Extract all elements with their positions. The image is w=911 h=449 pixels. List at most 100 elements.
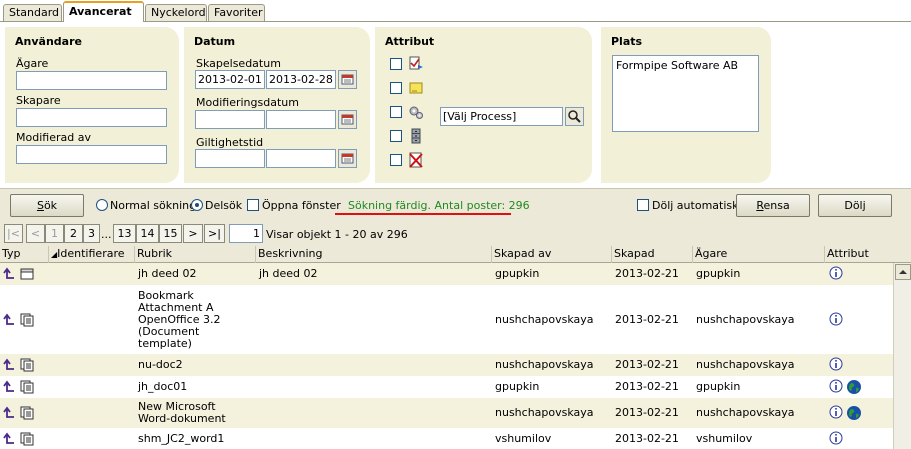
scroll-up-button[interactable] xyxy=(895,264,911,280)
created-date-label: Skapelsedatum xyxy=(196,57,281,70)
attr-checkbox-cancelled[interactable] xyxy=(390,154,402,166)
pager-page-14[interactable]: 14 xyxy=(136,224,159,243)
cell-skapad: 2013-02-21 xyxy=(615,380,679,393)
creator-label: Skapare xyxy=(16,94,61,107)
info-icon[interactable] xyxy=(829,266,843,283)
valid-to-input[interactable] xyxy=(266,149,336,168)
normal-search-radio[interactable] xyxy=(96,199,108,211)
col-header-agare[interactable]: Ägare xyxy=(693,246,825,263)
process-search-button[interactable] xyxy=(565,107,584,126)
info-icon[interactable] xyxy=(829,431,843,448)
pager: |< < 1 2 3 ... 13 14 15 > >| 1 Visar obj… xyxy=(0,222,911,246)
valid-calendar-button[interactable] xyxy=(338,149,357,168)
location-list-item[interactable]: Formpipe Software AB xyxy=(616,59,755,72)
hide-auto-checkbox[interactable] xyxy=(637,199,649,211)
cell-skapad-av: gpupkin xyxy=(495,267,540,280)
clear-button[interactable]: Rensa xyxy=(736,194,810,217)
info-icon[interactable] xyxy=(829,312,843,329)
document-icon[interactable] xyxy=(20,380,35,397)
tab-favoriter[interactable]: Favoriter xyxy=(208,4,265,22)
modified-calendar-button[interactable] xyxy=(338,110,357,129)
globe-icon xyxy=(846,379,862,398)
document-icon[interactable] xyxy=(20,358,35,375)
col-header-skapad[interactable]: Skapad xyxy=(612,246,693,263)
document-icon[interactable] xyxy=(20,406,35,423)
info-icon[interactable] xyxy=(829,379,843,396)
created-to-input[interactable]: 2013-02-28 xyxy=(266,70,336,89)
users-panel-title: Användare xyxy=(15,35,82,48)
cell-skapad: 2013-02-21 xyxy=(615,358,679,371)
table-row[interactable]: New Microsoft Word-dokument nushchapovska… xyxy=(0,398,893,428)
col-header-identifierare[interactable]: ◢Identifierare xyxy=(49,246,135,263)
search-status-text: Sökning färdig. Antal poster: 296 xyxy=(348,199,530,212)
info-icon[interactable] xyxy=(829,357,843,374)
pager-page-13[interactable]: 13 xyxy=(113,224,136,243)
table-row[interactable]: jh deed 02 jh deed 02 gpupkin 2013-02-21 gpu… xyxy=(0,263,893,285)
pager-first-button[interactable]: |< xyxy=(4,224,23,243)
pager-page-3[interactable]: 3 xyxy=(83,224,100,243)
modified-by-input[interactable] xyxy=(16,145,167,164)
valid-period-label: Giltighetstid xyxy=(196,136,264,149)
hide-button[interactable]: Dölj xyxy=(818,194,892,217)
table-row[interactable]: jh_doc01 gpupkin 2013-02-21 gpupkin xyxy=(0,376,893,398)
cell-skapad-av: nushchapovskaya xyxy=(495,313,594,326)
cell-skapad-av: gpupkin xyxy=(495,380,540,393)
tab-standard[interactable]: Standard xyxy=(3,4,62,22)
pager-ellipsis: ... xyxy=(101,228,112,241)
attr-checkbox-archive[interactable] xyxy=(390,130,402,142)
col-header-beskrivning[interactable]: Beskrivning xyxy=(256,246,492,263)
partial-search-radio[interactable] xyxy=(191,199,203,211)
pager-page-15[interactable]: 15 xyxy=(159,224,182,243)
cell-skapad-av: nushchapovskaya xyxy=(495,358,594,371)
modified-to-input[interactable] xyxy=(266,110,336,129)
table-row[interactable]: shm_JC2_word1 vshumilov 2013-02-21 vshumilo… xyxy=(0,428,893,449)
partial-search-label: Delsök xyxy=(205,199,243,212)
col-header-skapad-av[interactable]: Skapad av xyxy=(492,246,612,263)
cell-skapad: 2013-02-21 xyxy=(615,313,679,326)
pager-page-1[interactable]: 1 xyxy=(45,224,64,243)
cell-agare: gpupkin xyxy=(696,267,741,280)
col-header-rubrik[interactable]: Rubrik xyxy=(135,246,256,263)
cell-agare: nushchapovskaya xyxy=(696,406,795,419)
valid-from-input[interactable] xyxy=(195,149,265,168)
document-icon[interactable] xyxy=(20,313,35,330)
owner-input[interactable] xyxy=(16,71,167,90)
modified-by-label: Modifierad av xyxy=(16,131,91,144)
search-button[interactable]: Sök xyxy=(10,194,84,217)
filter-area: Användare Ägare Skapare Modifierad av Da… xyxy=(0,22,911,188)
attr-checkbox-approved[interactable] xyxy=(390,58,402,70)
vertical-scrollbar[interactable] xyxy=(893,263,911,449)
table-row[interactable]: nu-doc2 nushchapovskaya 2013-02-21 nushchap… xyxy=(0,354,893,376)
dates-panel: Datum Skapelsedatum 2013-02-01 2013-02-2… xyxy=(184,27,370,183)
tab-bar: Standard Avancerat Nyckelord Favoriter xyxy=(0,0,911,22)
attr-checkbox-note[interactable] xyxy=(390,82,402,94)
created-calendar-button[interactable] xyxy=(338,70,357,89)
document-icon[interactable] xyxy=(20,267,35,284)
info-icon[interactable] xyxy=(829,405,843,422)
tab-avancerat[interactable]: Avancerat xyxy=(63,1,144,22)
pager-last-button[interactable]: >| xyxy=(204,224,225,243)
table-row[interactable]: Bookmark Attachment A OpenOffice 3.2 (Do… xyxy=(0,285,893,354)
attr-checkbox-process[interactable] xyxy=(390,106,402,118)
creator-input[interactable] xyxy=(16,108,167,127)
pager-prev-button[interactable]: < xyxy=(26,224,45,243)
arrow-up-left-icon xyxy=(3,267,17,284)
tab-nyckelord[interactable]: Nyckelord xyxy=(145,4,207,22)
document-icon[interactable] xyxy=(20,432,35,449)
pager-next-button[interactable]: > xyxy=(183,224,203,243)
process-select-input[interactable]: [Välj Process] xyxy=(440,107,563,126)
location-listbox[interactable]: Formpipe Software AB xyxy=(612,55,759,132)
created-from-input[interactable]: 2013-02-01 xyxy=(195,70,265,89)
pager-page-input[interactable]: 1 xyxy=(229,224,263,243)
search-toolbar: Sök Normal sökning Delsök Öppna fönster … xyxy=(0,188,911,222)
gears-icon xyxy=(408,104,424,120)
cell-rubrik: jh_doc01 xyxy=(138,380,188,393)
col-header-typ[interactable]: Typ xyxy=(0,246,49,263)
cell-rubrik: jh deed 02 xyxy=(138,267,197,280)
normal-search-label: Normal sökning xyxy=(110,199,197,212)
col-header-attribut[interactable]: Attribut xyxy=(825,246,911,263)
pager-page-2[interactable]: 2 xyxy=(64,224,83,243)
open-window-checkbox[interactable] xyxy=(247,199,259,211)
cell-skapad-av: nushchapovskaya xyxy=(495,406,594,419)
modified-from-input[interactable] xyxy=(195,110,265,129)
